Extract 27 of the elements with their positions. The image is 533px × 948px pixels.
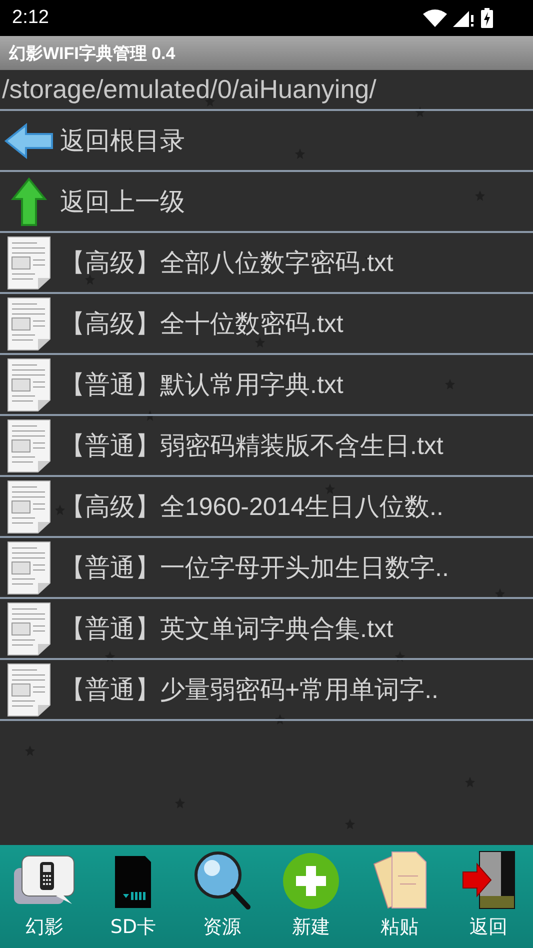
wifi-icon (423, 9, 447, 27)
signal-icon (453, 9, 475, 27)
list-item[interactable]: 【普通】默认常用字典.txt (0, 353, 533, 414)
sd-card-icon (113, 854, 154, 910)
list-item[interactable]: 【普通】弱密码精装版不含生日.txt (0, 414, 533, 475)
list-item[interactable]: 【普通】英文单词字典合集.txt (0, 597, 533, 658)
list-item[interactable]: 【普通】一位字母开头加生日数字.. (0, 536, 533, 597)
plus-icon (282, 852, 340, 910)
path-text: /storage/emulated/0/aiHuanying/ (1, 73, 378, 106)
toolbar-button[interactable]: SD卡 (93, 854, 174, 940)
toolbar-button[interactable]: 幻影 (4, 854, 84, 940)
toolbar-button[interactable]: 粘贴 (360, 848, 440, 940)
list-item[interactable]: 返回根目录 (0, 109, 533, 170)
list-item[interactable]: 返回上一级 (0, 170, 533, 231)
window-title: 幻影WIFI字典管理 0.4 (9, 42, 176, 64)
status-time: 2:12 (12, 7, 49, 29)
list-item[interactable]: 【高级】全部八位数字密码.txt (0, 231, 533, 292)
toolbar-button[interactable]: 返回 (448, 850, 529, 940)
battery-icon (481, 8, 493, 28)
list-item[interactable]: 【高级】全1960-2014生日八位数.. (0, 475, 533, 536)
left-arrow-icon (4, 122, 54, 158)
list-item[interactable]: 【普通】少量弱密码+常用单词字.. (0, 658, 533, 721)
list-item[interactable]: 【高级】全十位数密码.txt (0, 292, 533, 353)
toolbar-button[interactable]: 新建 (270, 852, 351, 940)
toolbar-button[interactable]: 资源 (182, 850, 262, 940)
exit-door-icon (460, 850, 517, 910)
magnifier-globe-icon (192, 850, 252, 910)
